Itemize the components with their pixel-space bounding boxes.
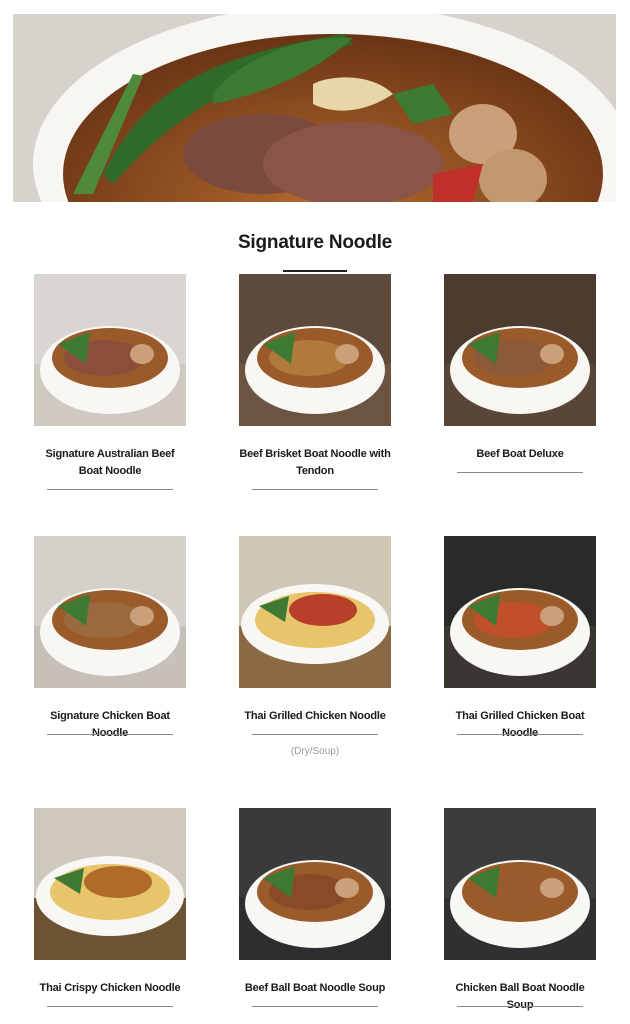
menu-item-name[interactable]: Thai Crispy Chicken Noodle: [34, 980, 186, 997]
menu-item-divider: [252, 489, 378, 490]
menu-item-name[interactable]: Beef Boat Deluxe: [444, 446, 596, 463]
menu-item-photo[interactable]: [239, 274, 391, 426]
menu-item-photo[interactable]: [444, 274, 596, 426]
menu-item-photo[interactable]: [239, 536, 391, 688]
menu-item-divider: [457, 472, 583, 473]
title-underline: [283, 270, 347, 272]
menu-item-photo[interactable]: [34, 274, 186, 426]
menu-item-divider: [47, 1006, 173, 1007]
menu-item-name[interactable]: Chicken Ball Boat Noodle Soup: [444, 980, 596, 1014]
menu-item-name[interactable]: Thai Grilled Chicken Boat Noodle: [444, 708, 596, 742]
menu-item-divider: [457, 734, 583, 735]
menu-item-name[interactable]: Signature Chicken Boat Noodle: [34, 708, 186, 742]
menu-item-name[interactable]: Signature Australian Beef Boat Noodle: [34, 446, 186, 480]
menu-item-divider: [252, 1006, 378, 1007]
menu-item-name[interactable]: Thai Grilled Chicken Noodle: [239, 708, 391, 725]
menu-item-photo[interactable]: [34, 536, 186, 688]
menu-item-divider: [457, 1006, 583, 1007]
section-title: Signature Noodle: [237, 232, 393, 253]
menu-item-name[interactable]: Beef Ball Boat Noodle Soup: [239, 980, 391, 997]
menu-item-name[interactable]: Beef Brisket Boat Noodle with Tendon: [239, 446, 391, 480]
menu-item-note: (Dry/Soup): [290, 746, 340, 757]
menu-item-divider: [47, 734, 173, 735]
menu-item-photo[interactable]: [444, 536, 596, 688]
menu-item-photo[interactable]: [239, 808, 391, 960]
hero-banner: [13, 14, 616, 202]
menu-item-photo[interactable]: [34, 808, 186, 960]
menu-item-divider: [47, 489, 173, 490]
menu-item-photo[interactable]: [444, 808, 596, 960]
hero-noodle-photo: [13, 14, 616, 202]
menu-item-divider: [252, 734, 378, 735]
